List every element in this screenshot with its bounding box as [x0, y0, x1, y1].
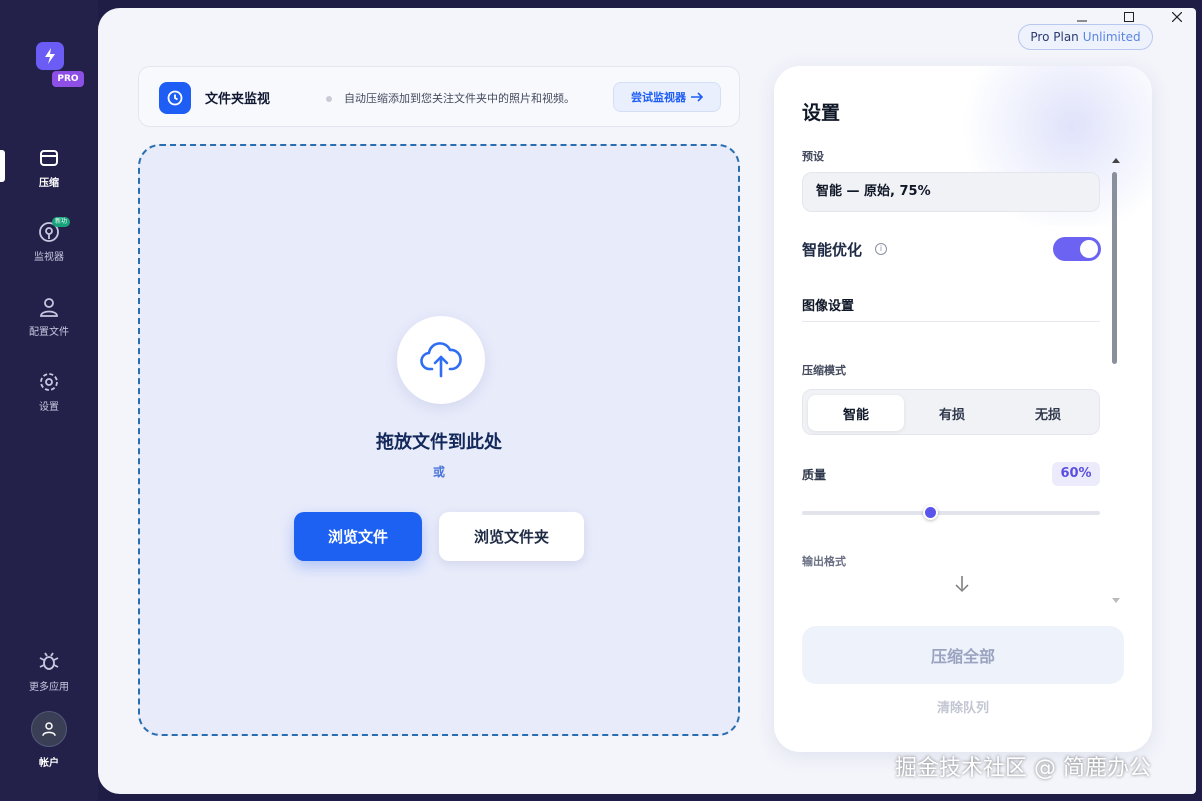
separator-dot [326, 96, 332, 102]
plan-name: Pro Plan [1030, 30, 1079, 44]
gear-icon [40, 373, 58, 391]
drop-or-label: 或 [432, 465, 445, 479]
clear-queue-button[interactable]: 清除队列 [774, 697, 1152, 716]
settings-panel: 设置 预设 智能 — 原始, 75% 智能优化 i 图像设置 压缩模式 智能 有… [774, 66, 1152, 752]
smart-optimize-toggle[interactable] [1053, 237, 1101, 261]
nav-item-more-apps[interactable]: 更多应用 [14, 650, 84, 693]
compress-all-button[interactable]: 压缩全部 [802, 626, 1124, 684]
nav-item-monitor[interactable]: 新功 监视器 [14, 217, 84, 263]
nav-item-compress[interactable]: 压缩 [14, 146, 84, 189]
nav-item-settings[interactable]: 设置 [14, 370, 84, 413]
compress-mode-label: 压缩模式 [802, 364, 846, 377]
try-monitor-button[interactable]: 尝试监视器 [613, 82, 721, 112]
watermark: 掘金技术社区 @ 简鹿办公 [895, 756, 1151, 781]
user-profile-icon [40, 298, 58, 317]
settings-title: 设置 [802, 102, 841, 124]
plan-tier: Unlimited [1082, 30, 1141, 44]
maximize-icon [1124, 12, 1134, 22]
compress-mode-segmented: 智能 有损 无损 [802, 389, 1100, 435]
nav-item-profiles[interactable]: 配置文件 [14, 295, 84, 338]
image-settings-title: 图像设置 [802, 299, 855, 314]
active-indicator [0, 150, 5, 182]
banner-description: 自动压缩添加到您关注文件夹中的照片和视频。 [344, 92, 575, 105]
bug-icon [39, 652, 59, 670]
preset-select[interactable]: 智能 — 原始, 75% [802, 172, 1100, 212]
clock-icon [159, 82, 191, 114]
account-avatar[interactable] [31, 711, 67, 747]
nav-label: 配置文件 [29, 327, 69, 338]
mode-lossy[interactable]: 有损 [904, 395, 1000, 431]
plan-pill[interactable]: Pro Plan Unlimited [1018, 24, 1153, 50]
quality-slider-track[interactable] [802, 511, 1100, 515]
nav-label: 更多应用 [29, 682, 69, 693]
scroll-up-icon[interactable] [1112, 158, 1120, 163]
archive-icon [40, 150, 58, 166]
output-format-label: 输出格式 [802, 555, 846, 568]
browse-folder-button[interactable]: 浏览文件夹 [439, 512, 584, 561]
sidebar: PRO 压缩 新功 监视器 配置文件 设置 更多应用 帐户 [0, 0, 98, 801]
close-button[interactable] [1163, 8, 1191, 26]
scroll-fade [774, 586, 1152, 626]
cloud-upload-icon [397, 316, 485, 404]
scrollbar-thumb[interactable] [1112, 172, 1117, 364]
quality-slider-thumb[interactable] [922, 505, 938, 520]
main-window: Pro Plan Unlimited 文件夹监视 自动压缩添加到您关注文件夹中的照… [98, 8, 1196, 794]
mode-smart[interactable]: 智能 [808, 395, 904, 431]
logo-bolt-icon [36, 42, 64, 70]
quality-label: 质量 [802, 468, 827, 482]
drop-title: 拖放文件到此处 [376, 432, 502, 453]
pro-badge: PRO [52, 71, 84, 87]
smart-optimize-label: 智能优化 [802, 241, 863, 259]
nav-label: 压缩 [39, 178, 59, 189]
toggle-knob [1080, 240, 1098, 258]
file-dropzone[interactable]: 拖放文件到此处 或 浏览文件 浏览文件夹 [138, 144, 740, 736]
account-label: 帐户 [39, 758, 59, 769]
user-icon [42, 722, 56, 736]
mode-lossless[interactable]: 无损 [1000, 395, 1096, 431]
try-monitor-label: 尝试监视器 [631, 91, 686, 104]
nav-label: 监视器 [34, 252, 64, 263]
divider [802, 321, 1100, 322]
minimize-icon [1077, 20, 1087, 22]
folder-monitor-banner: 文件夹监视 自动压缩添加到您关注文件夹中的照片和视频。 尝试监视器 [138, 66, 740, 127]
nav-label: 设置 [39, 402, 59, 413]
banner-title: 文件夹监视 [205, 92, 271, 107]
new-badge: 新功 [52, 217, 71, 227]
arrow-right-icon [691, 92, 703, 102]
browse-files-button[interactable]: 浏览文件 [294, 512, 422, 561]
close-icon [1172, 12, 1182, 22]
preset-label: 预设 [802, 150, 824, 163]
scroll-down-icon[interactable] [1112, 598, 1120, 603]
quality-value: 60% [1052, 462, 1100, 486]
info-icon[interactable]: i [875, 243, 887, 255]
